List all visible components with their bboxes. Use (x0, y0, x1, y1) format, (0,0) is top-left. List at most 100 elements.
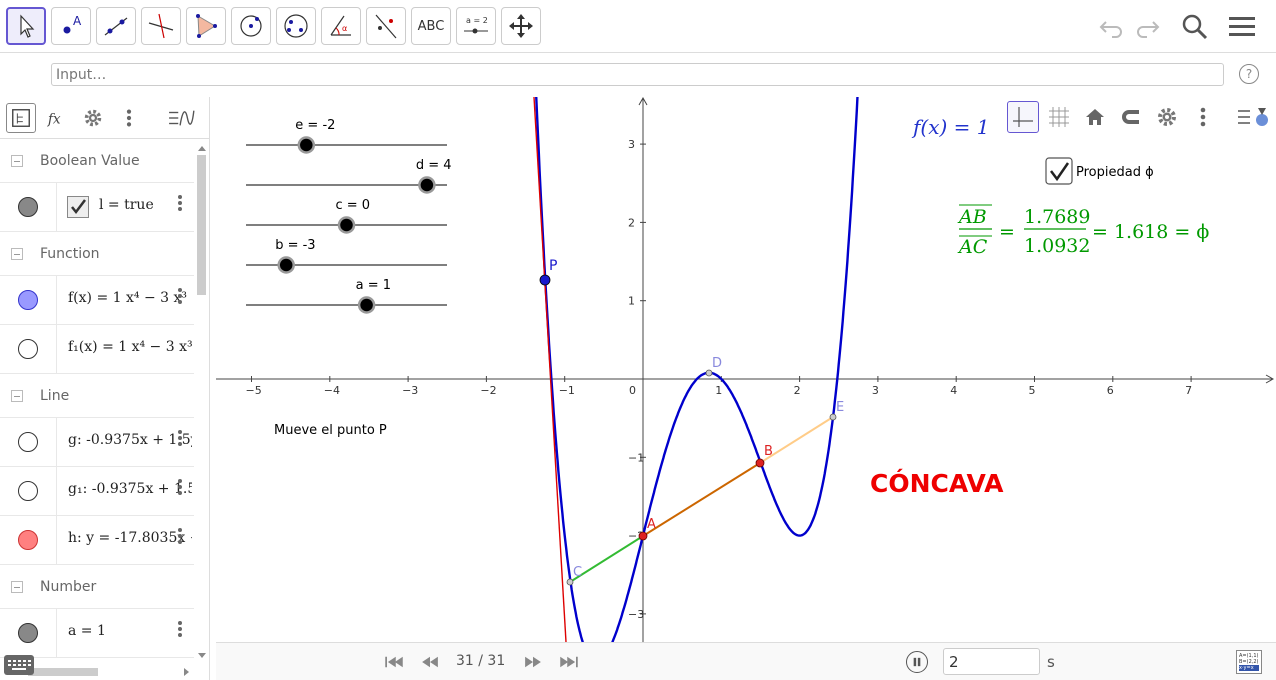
item-menu-icon[interactable] (177, 526, 183, 546)
slider-knob[interactable] (297, 136, 316, 154)
keyboard-toggle-button[interactable] (4, 655, 34, 675)
help-icon[interactable]: ? (1239, 64, 1259, 84)
grid-toggle-button[interactable] (1043, 101, 1075, 133)
algebra-style-button[interactable] (166, 103, 196, 133)
reflect-tool-button[interactable] (366, 7, 406, 45)
algebra-fx-button[interactable]: fx (42, 103, 72, 133)
algebra-item-g[interactable]: g: -0.9375x + 1.5y (0, 418, 194, 467)
graphics-settings-button[interactable] (1151, 101, 1183, 133)
visibility-marble[interactable] (18, 481, 38, 501)
snapping-button[interactable] (1115, 101, 1147, 133)
line-tool-button[interactable] (96, 7, 136, 45)
first-step-button[interactable] (382, 653, 406, 671)
y-tick-label: 1 (628, 295, 635, 308)
item-menu-icon[interactable] (177, 193, 183, 213)
pause-button[interactable] (906, 651, 928, 673)
fast-forward-icon (525, 656, 541, 668)
slider-knob[interactable] (277, 256, 295, 274)
graphics-view-style-button[interactable] (1233, 101, 1273, 133)
slider-label: c = 0 (336, 198, 371, 213)
visibility-marble[interactable] (18, 623, 38, 643)
algebra-item-a[interactable]: a = 1 (0, 609, 194, 658)
visibility-marble[interactable] (18, 530, 38, 550)
next-step-button[interactable] (521, 653, 545, 671)
collapse-icon[interactable] (11, 580, 23, 593)
boolean-checkbox[interactable] (67, 196, 89, 218)
algebra-item-h[interactable]: h: y = -17.8035x − (0, 516, 194, 565)
graphics-canvas[interactable]: −5 −4 −3 −2 −1 0 1 2 3 4 5 6 7 321−1−2−3 P A B C D E (216, 97, 1276, 642)
algebra-vertical-scrollbar[interactable] (196, 145, 208, 665)
item-menu-icon[interactable] (177, 477, 183, 497)
redo-button[interactable] (1130, 10, 1166, 44)
undo-button[interactable] (1093, 10, 1129, 44)
algebra-item-f[interactable]: f(x) = 1 x⁴ − 3 x³ − (0, 276, 194, 325)
slider-tool-button[interactable]: a = 2 (456, 7, 496, 45)
property-checkbox[interactable] (1045, 157, 1073, 185)
collapse-icon[interactable] (11, 154, 23, 167)
algebra-item-f1[interactable]: f₁(x) = 1 x⁴ − 3 x³ (0, 325, 194, 374)
x-tick-label: −2 (480, 384, 496, 397)
function-curve-f[interactable] (534, 97, 860, 642)
y-tick-label: 3 (628, 138, 635, 151)
graphics-more-button[interactable] (1187, 101, 1219, 133)
point-a[interactable] (638, 531, 648, 541)
item-menu-icon[interactable] (177, 619, 183, 639)
hamburger-menu-icon (1229, 17, 1255, 36)
item-menu-icon[interactable] (177, 428, 183, 448)
home-view-button[interactable] (1079, 101, 1111, 133)
algebra-settings-button[interactable] (78, 103, 108, 133)
category-boolean[interactable]: Boolean Value (0, 139, 194, 183)
search-button[interactable] (1177, 10, 1213, 44)
tangent-line-h[interactable] (533, 97, 567, 642)
angle-tool-button[interactable]: α (321, 7, 361, 45)
algebra-more-button[interactable] (114, 103, 144, 133)
point-p[interactable] (539, 274, 551, 286)
concave-label: CÓNCAVA (870, 468, 1004, 498)
slider-knob[interactable] (357, 296, 376, 314)
visibility-marble[interactable] (18, 197, 38, 217)
graphics-view[interactable]: −5 −4 −3 −2 −1 0 1 2 3 4 5 6 7 3 2 1 −1 −2 −3 P A B C D E (216, 97, 1276, 642)
construction-table-icon[interactable]: A=(1,1) B=(2,2) x·y=x (1236, 650, 1262, 674)
item-menu-icon[interactable] (177, 286, 183, 306)
cursor-arrow-icon (20, 14, 35, 38)
move-tool-button[interactable] (6, 7, 46, 45)
slider-knob[interactable] (418, 176, 436, 194)
tree-icon (12, 109, 30, 127)
segment-ab[interactable] (642, 462, 761, 537)
point-tool-button[interactable]: A (51, 7, 91, 45)
slider-knob[interactable] (337, 216, 356, 234)
circle-tool-button[interactable] (231, 7, 271, 45)
move-graphics-tool-button[interactable] (501, 7, 541, 45)
perpendicular-icon (148, 13, 174, 39)
algebra-item-l[interactable]: l = true (0, 183, 194, 232)
perpendicular-tool-button[interactable] (141, 7, 181, 45)
visibility-marble[interactable] (18, 339, 38, 359)
point-icon: A (63, 14, 82, 34)
text-tool-button[interactable]: ABC (411, 7, 451, 45)
collapse-icon[interactable] (11, 247, 23, 260)
step-speed-input[interactable] (943, 648, 1040, 675)
category-function[interactable]: Function (0, 232, 194, 276)
collapse-icon[interactable] (11, 389, 23, 402)
move-point-instruction: Mueve el punto P (274, 423, 387, 438)
y-tick-label: −1 (628, 451, 644, 464)
polygon-tool-button[interactable] (186, 7, 226, 45)
algebra-input-field[interactable] (51, 63, 1224, 86)
visibility-marble[interactable] (18, 432, 38, 452)
item-definition: h: y = -17.8035x − (68, 530, 192, 546)
category-number[interactable]: Number (0, 565, 194, 609)
last-step-button[interactable] (557, 653, 581, 671)
item-definition: a = 1 (68, 623, 106, 639)
algebra-item-g1[interactable]: g₁: -0.9375x + 1.5y (0, 467, 194, 516)
point-b[interactable] (755, 458, 765, 468)
algebra-view: fx Boolean Value l = true Function f(x) … (0, 97, 210, 680)
main-menu-button[interactable] (1224, 10, 1260, 44)
category-line[interactable]: Line (0, 374, 194, 418)
animation-bar: 31 / 31 s A=(1,1) B=(2,2) x·y=x (216, 642, 1276, 680)
axes-toggle-button[interactable] (1007, 101, 1039, 133)
algebra-tree-button[interactable] (6, 103, 36, 133)
ellipse-tool-button[interactable] (276, 7, 316, 45)
previous-step-button[interactable] (418, 653, 442, 671)
point-e-label: E (836, 400, 844, 415)
visibility-marble[interactable] (18, 290, 38, 310)
